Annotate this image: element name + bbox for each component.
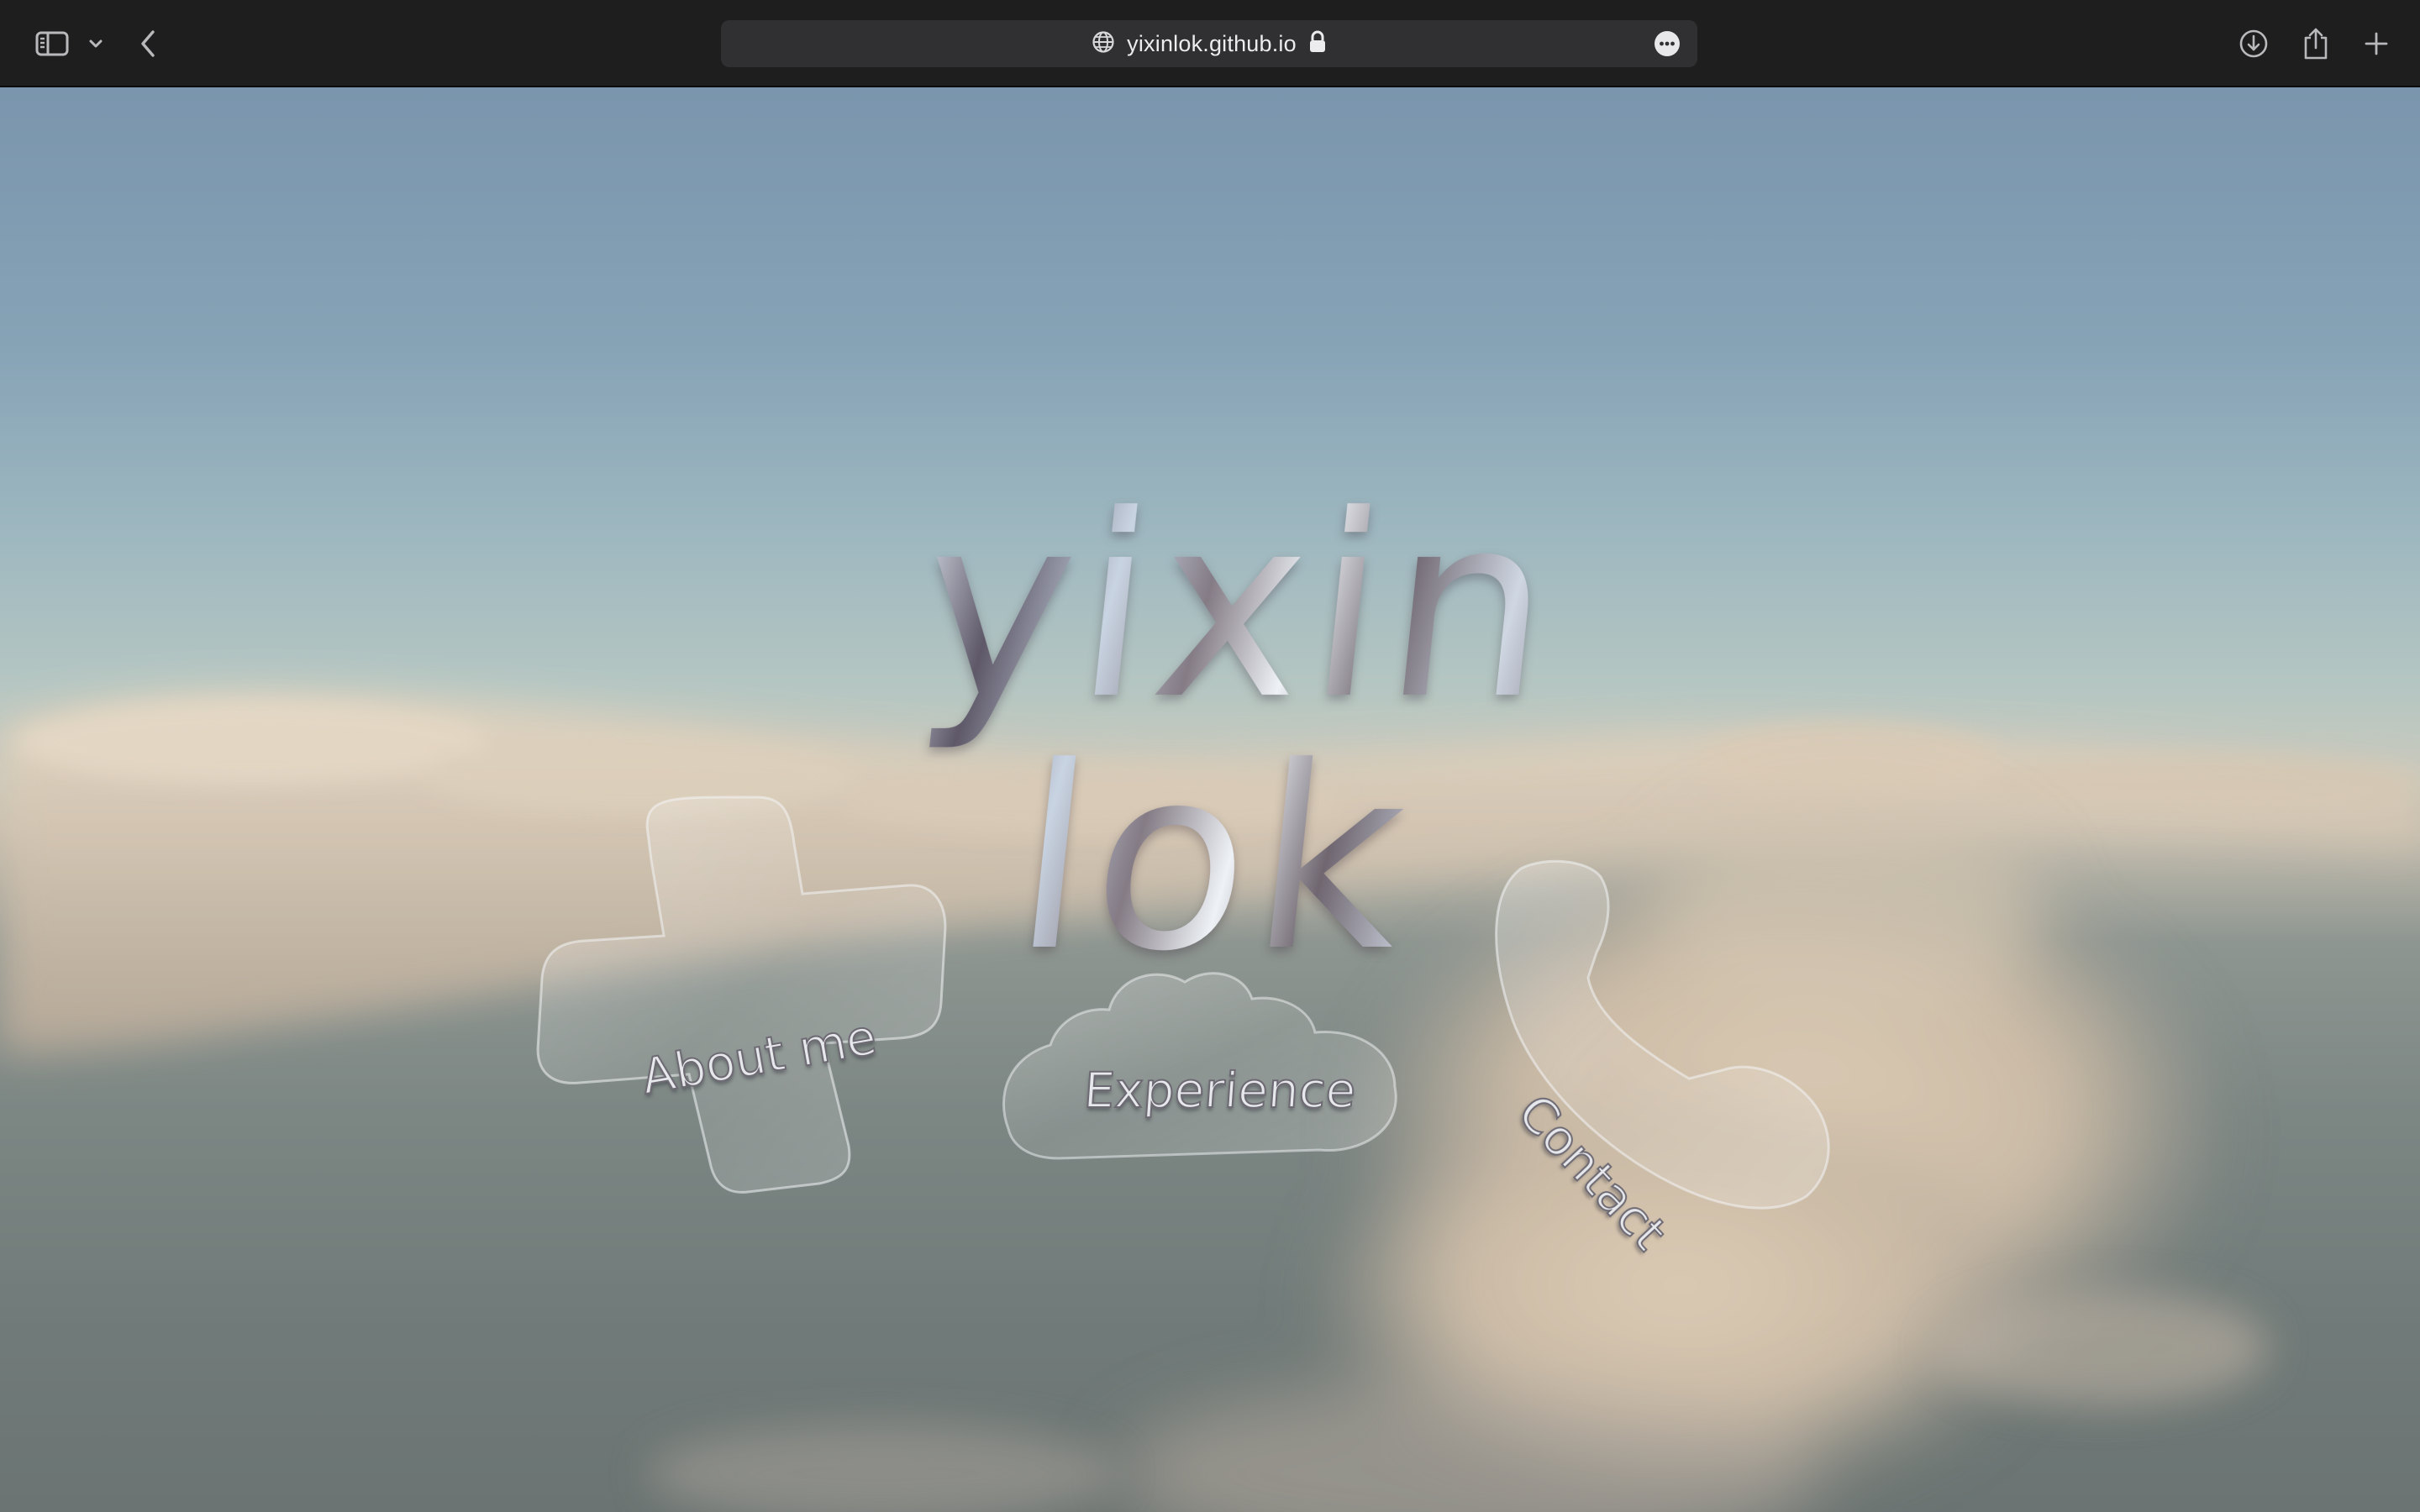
ellipsis-circle-icon[interactable] bbox=[1654, 30, 1681, 57]
browser-toolbar: yixinlok.github.io bbox=[0, 0, 2420, 87]
experience-label[interactable]: Experience bbox=[1081, 1061, 1359, 1120]
chevron-left-icon[interactable] bbox=[131, 22, 165, 66]
download-icon[interactable] bbox=[2232, 22, 2275, 66]
url-text: yixinlok.github.io bbox=[1127, 30, 1297, 56]
address-content: yixinlok.github.io bbox=[721, 20, 1697, 67]
share-icon[interactable] bbox=[2294, 22, 2338, 66]
plus-icon[interactable] bbox=[2354, 22, 2398, 66]
about-me-button[interactable] bbox=[538, 797, 950, 1192]
globe-icon bbox=[1092, 30, 1115, 58]
sidebar-icon[interactable] bbox=[30, 22, 74, 66]
address-bar[interactable]: yixinlok.github.io bbox=[721, 20, 1697, 67]
chevron-down-icon[interactable] bbox=[84, 22, 108, 66]
page-viewport: yixin lok About me Experience Contact bbox=[0, 87, 2420, 1512]
contact-button[interactable] bbox=[1487, 856, 1840, 1217]
lock-icon bbox=[1308, 30, 1327, 58]
